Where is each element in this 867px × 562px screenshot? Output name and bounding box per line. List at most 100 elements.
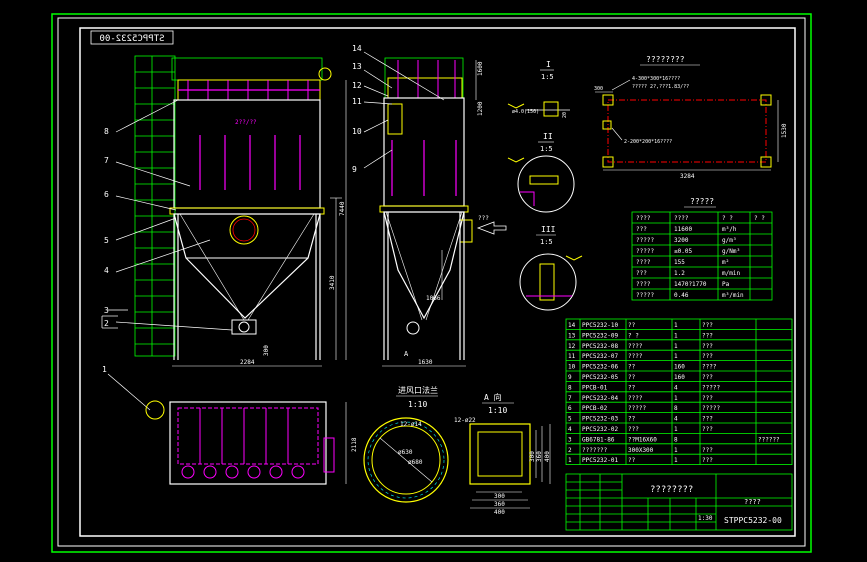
- bom-cell: 1: [674, 322, 678, 329]
- foundation-dim-b: 3284: [680, 173, 695, 180]
- bom-cell: ???: [702, 416, 713, 423]
- bom-cell: 2: [568, 447, 572, 454]
- front-callout-7: 7: [104, 156, 109, 165]
- title-block: ???????? ???? 1:30 STPPC5232-00: [565, 473, 793, 531]
- side-view: ??? 1630 1066 1600 1200 A 14 13 12 11 10…: [352, 44, 507, 367]
- inlet-flange-front: [229, 215, 259, 245]
- bom-cell: PPC5232-09: [582, 332, 619, 339]
- cad-drawing: STPPC5232-00 2??/?? 2284 3410 7440 300 1…: [51, 13, 812, 553]
- foundation-plan: ???????? 4-300*300*16???? ????? 2?,???1.…: [594, 55, 788, 180]
- foundation-note-1: 4-300*300*16????: [632, 76, 680, 82]
- spec-cell: m²: [722, 259, 729, 266]
- bom-cell: PPC5232-03: [582, 416, 619, 423]
- bom-cell: 4: [568, 426, 572, 433]
- spec-header: ? ?: [754, 215, 765, 222]
- foundation-note-2: ????? 2?,???1.83/??: [632, 84, 689, 90]
- spec-cell: 11600: [674, 226, 692, 233]
- inlet-arrow: [476, 221, 507, 235]
- detail-2-roman: II: [543, 132, 553, 141]
- bom-cell: 1: [674, 426, 678, 433]
- front-callout-3: 3: [104, 306, 109, 315]
- support-ring: [169, 207, 325, 215]
- bom-cell: 1: [674, 395, 678, 402]
- bom-cell: ?????: [702, 405, 720, 412]
- foundation-dim-c: 1530: [781, 123, 788, 138]
- front-callout-4: 4: [104, 266, 109, 275]
- bom-cell: ???: [702, 457, 713, 464]
- view-a-scale: 1:10: [488, 406, 507, 415]
- bom-cell: 300X300: [628, 447, 654, 454]
- bom-cell: PPCB-02: [582, 405, 608, 412]
- side-dim-mid: 1200: [477, 101, 484, 116]
- bom-cell: PPC5232-04: [582, 395, 619, 402]
- title-scale: 1:30: [698, 515, 713, 522]
- bom-cell: ????: [628, 353, 643, 360]
- bom-cell: ??: [628, 384, 636, 391]
- side-access-door: [387, 103, 403, 135]
- front-callout-2: 2: [104, 319, 109, 328]
- front-callout-leaders: [101, 99, 233, 411]
- foundation-note-3: 2-200*200*16????: [624, 139, 672, 145]
- view-a-w3: 400: [494, 509, 505, 516]
- bom-cell: ???????: [582, 447, 608, 454]
- foundation-dim-a: 300: [594, 86, 603, 92]
- front-callout-6: 6: [104, 190, 109, 199]
- detail-views: I 1:5 ø4.0(150) 20 II 1:5 III 1:5: [507, 60, 583, 311]
- side-callout-13: 13: [352, 62, 362, 71]
- side-inlet-label: ???: [478, 215, 489, 222]
- bom-cell: 14: [568, 322, 576, 329]
- detail-1-dim: 20: [562, 112, 568, 118]
- spec-cell: ???: [636, 226, 647, 233]
- flange-d1: ø630: [398, 449, 413, 456]
- hopper: [173, 213, 321, 319]
- spec-cell: ?????: [636, 248, 654, 255]
- view-a-note: 12-ø22: [454, 417, 476, 424]
- front-dim-width: 2284: [240, 359, 255, 366]
- spec-cell: ?????: [636, 292, 654, 299]
- view-a-w2: 360: [494, 501, 505, 508]
- bom-cell: 12: [568, 343, 576, 350]
- cad-drawing-viewport: STPPC5232-00 2??/?? 2284 3410 7440 300 1…: [0, 0, 867, 562]
- filter-body: [173, 99, 321, 209]
- spec-cell: g/Nm³: [722, 248, 740, 255]
- bom-cell: ??: [628, 364, 636, 371]
- bom-cell: 5: [568, 416, 572, 423]
- support-legs: [173, 214, 321, 360]
- side-dim-lower: 1066: [426, 295, 441, 302]
- bom-cell: ?????: [628, 405, 646, 412]
- bom-cell: 8: [674, 405, 678, 412]
- bom-cell: 1: [568, 457, 572, 464]
- bom-cell: PPC5232-01: [582, 457, 619, 464]
- bom-cell: ??: [628, 374, 636, 381]
- bom-cell: PPC5232-06: [582, 364, 619, 371]
- title-company: ????: [744, 498, 761, 506]
- spec-cell: 0.46: [674, 292, 689, 299]
- bom-cell: ??: [628, 322, 636, 329]
- side-hopper: [383, 211, 465, 320]
- top-hood: [171, 57, 332, 101]
- bom-cell: 4: [674, 416, 678, 423]
- bom-cell: 8: [568, 384, 572, 391]
- filter-bags: [199, 135, 301, 190]
- bom-cell: ????: [628, 343, 643, 350]
- plan-dim-h: 2118: [351, 437, 358, 452]
- bom-cell: ???: [702, 374, 713, 381]
- detail-1-scale: 1:5: [541, 73, 554, 81]
- spec-cell: 1470?1770: [674, 281, 707, 288]
- title-name: ????????: [650, 485, 693, 495]
- flange-note: 12-ø14: [400, 421, 422, 428]
- bom-cell: ???: [702, 426, 713, 433]
- detail-1-note: ø4.0(150): [512, 109, 539, 115]
- spec-header: ????: [636, 215, 651, 222]
- bom-cell: PPCB-01: [582, 384, 608, 391]
- bom-cell: PPC5232-02: [582, 426, 619, 433]
- spec-cell: ≤0.05: [674, 248, 692, 255]
- bom-cell: 9: [568, 374, 572, 381]
- drawing-number-mirrored: STPPC5232-00: [99, 34, 164, 44]
- view-a-h1: 300: [529, 451, 536, 462]
- detail-3-roman: III: [541, 225, 556, 234]
- side-callout-12: 12: [352, 81, 362, 90]
- bom-cell: 8: [674, 436, 678, 443]
- bom-cell: PPC5232-10: [582, 322, 619, 329]
- bom-cell: PPC5232-05: [582, 374, 619, 381]
